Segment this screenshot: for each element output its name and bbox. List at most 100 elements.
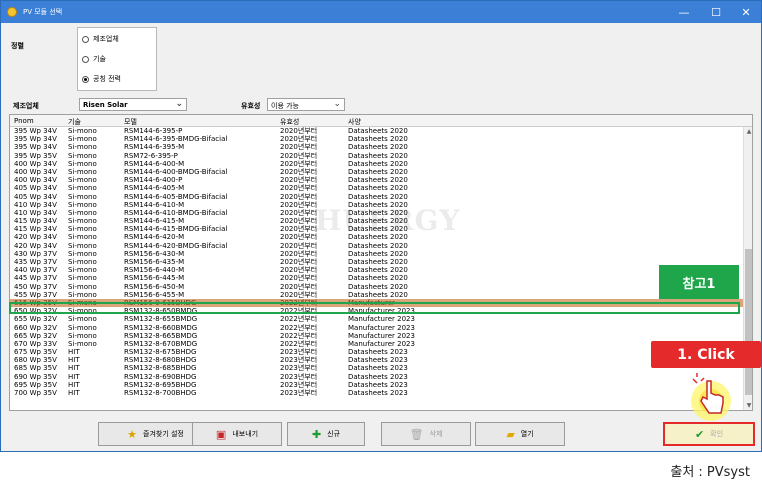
cell-spec: Datasheets 2020	[348, 176, 408, 185]
ok-button[interactable]: ✔ 확인	[663, 422, 755, 446]
cell-tech: Si-mono	[68, 208, 97, 217]
maker-select[interactable]: Risen Solar ⌄	[79, 98, 187, 111]
column-header-model[interactable]: 모델	[124, 117, 137, 127]
table-row[interactable]: 395 Wp 34V Si-mono RSM144-6-395-BMDG-Bifac…	[10, 135, 743, 143]
cell-model: RSM132-8-675BHDG	[124, 348, 197, 357]
table-row[interactable]: 665 Wp 32V Si-mono RSM132-8-665BMDG 2022년부터…	[10, 332, 743, 340]
cell-tech: Si-mono	[68, 241, 97, 250]
cell-validity: 2020년부터	[280, 167, 318, 176]
cell-tech: Si-mono	[68, 192, 97, 201]
cell-pnom: 700 Wp 35V	[14, 389, 57, 397]
new-button[interactable]: ✚ 신규	[287, 422, 365, 446]
cell-model: RSM132-8-665BMDG	[124, 331, 198, 340]
table-row[interactable]: 440 Wp 37V Si-mono RSM156-6-440-M 2020년부터 Da…	[10, 266, 743, 274]
table-row[interactable]: 400 Wp 34V Si-mono RSM144-6-400-BMDG-Bifac…	[10, 168, 743, 176]
maker-label: 제조업체	[13, 102, 39, 110]
export-button[interactable]: ▣ 내보내기	[192, 422, 282, 446]
trash-icon: 🗑	[409, 427, 424, 441]
cell-model: RSM132-8-655BMDG	[124, 315, 198, 324]
list-rows: 395 Wp 34V Si-mono RSM144-6-395-P 2020년부터 Da…	[10, 127, 743, 397]
reference-badge: 참고1	[659, 265, 739, 299]
table-row[interactable]: 685 Wp 35V HIT RSM132-8-685BHDG 2023년부터 Data…	[10, 364, 743, 372]
click-instruction-badge: 1. Click	[651, 341, 761, 368]
table-row[interactable]: 435 Wp 37V Si-mono RSM156-6-435-M 2020년부터 Da…	[10, 258, 743, 266]
cell-tech: Si-mono	[68, 274, 97, 283]
module-list[interactable]: Pnom 기술 모델 유효성 사양 395 Wp 34V Si-mono RSM14…	[9, 114, 753, 411]
cell-pnom: 400 Wp 34V	[14, 176, 57, 185]
table-row[interactable]: 450 Wp 37V Si-mono RSM156-6-450-M 2020년부터 Da…	[10, 283, 743, 291]
minimize-button[interactable]: —	[669, 1, 699, 23]
radio-selected-icon	[82, 75, 89, 83]
cell-model: RSM144-6-420-M	[124, 233, 185, 242]
validity-select[interactable]: 이용 가능 ⌄	[267, 98, 345, 111]
table-row[interactable]: 655 Wp 32V Si-mono RSM132-8-655BMDG 2022년부터…	[10, 315, 743, 323]
cell-tech: Si-mono	[68, 323, 97, 332]
open-button[interactable]: ▰ 열기	[475, 422, 565, 446]
pv-module-selection-window: PV 모듈 선택 — ☐ ✕ 정렬 제조업체 기술 공칭 전력 제조업체 Ris…	[0, 0, 762, 452]
table-row[interactable]: 405 Wp 34V Si-mono RSM144-6-405-BMDG-Bifac…	[10, 193, 743, 201]
cell-tech: HIT	[68, 364, 80, 373]
table-row[interactable]: 690 Wp 35V HIT RSM132-8-690BHDG 2023년부터 Data…	[10, 373, 743, 381]
cell-model: RSM72-6-395-P	[124, 151, 178, 160]
table-row[interactable]: 695 Wp 35V HIT RSM132-8-695BHDG 2023년부터 Data…	[10, 381, 743, 389]
sort-by-maker-radio[interactable]: 제조업체	[82, 34, 119, 44]
cell-model: RSM132-8-700BHDG	[124, 389, 197, 397]
sort-by-tech-radio[interactable]: 기술	[82, 54, 106, 64]
radio-label: 기술	[93, 55, 106, 63]
table-row[interactable]: 400 Wp 34V Si-mono RSM144-6-400-M 2020년부터 Da…	[10, 160, 743, 168]
cell-spec: Datasheets 2020	[348, 274, 408, 283]
table-row[interactable]: 395 Wp 34V Si-mono RSM144-6-395-M 2020년부터 Da…	[10, 143, 743, 151]
window-title: PV 모듈 선택	[23, 8, 63, 16]
table-row[interactable]: 680 Wp 35V HIT RSM132-8-680BHDG 2023년부터 Data…	[10, 356, 743, 364]
cell-pnom: 685 Wp 35V	[14, 364, 57, 373]
delete-button[interactable]: 🗑 삭제	[381, 422, 471, 446]
column-header-tech[interactable]: 기술	[68, 117, 81, 127]
cell-validity: 2020년부터	[280, 127, 318, 135]
cell-tech: Si-mono	[68, 233, 97, 242]
cell-validity: 2020년부터	[280, 143, 318, 152]
cell-validity: 2022년부터	[280, 323, 318, 332]
maximize-button[interactable]: ☐	[701, 1, 731, 23]
close-button[interactable]: ✕	[731, 1, 761, 23]
vertical-scrollbar[interactable]: ▲ ▼	[743, 127, 752, 410]
table-row[interactable]: 405 Wp 34V Si-mono RSM144-6-405-M 2020년부터 Da…	[10, 184, 743, 192]
list-header: Pnom 기술 모델 유효성 사양	[10, 115, 752, 127]
cell-spec: Datasheets 2020	[348, 135, 408, 144]
cell-model: RSM144-6-420-BMDG-Bifacial	[124, 241, 228, 250]
cell-tech: Si-mono	[68, 151, 97, 160]
table-row[interactable]: 430 Wp 37V Si-mono RSM156-6-430-M 2020년부터 Da…	[10, 250, 743, 258]
column-header-pnom[interactable]: Pnom	[14, 117, 34, 125]
cell-validity: 2020년부터	[280, 200, 318, 209]
table-row[interactable]: 400 Wp 34V Si-mono RSM144-6-400-P 2020년부터 Da…	[10, 176, 743, 184]
reference-highlight-box	[9, 302, 740, 314]
table-row[interactable]: 455 Wp 37V Si-mono RSM156-6-455-M 2020년부터 Da…	[10, 291, 743, 299]
table-row[interactable]: 660 Wp 32V Si-mono RSM132-8-660BMDG 2022년부터…	[10, 324, 743, 332]
column-header-spec[interactable]: 사양	[348, 117, 361, 127]
cell-pnom: 665 Wp 32V	[14, 331, 57, 340]
cell-pnom: 420 Wp 34V	[14, 233, 57, 242]
table-row[interactable]: 395 Wp 35V Si-mono RSM72-6-395-P 2020년부터 Dat…	[10, 152, 743, 160]
cell-pnom: 395 Wp 35V	[14, 151, 57, 160]
scroll-up-icon[interactable]: ▲	[745, 128, 752, 136]
table-row[interactable]: 675 Wp 35V HIT RSM132-8-675BHDG 2023년부터 Data…	[10, 348, 743, 356]
cell-spec: Datasheets 2020	[348, 258, 408, 266]
sort-by-power-radio[interactable]: 공칭 전력	[82, 74, 121, 84]
cell-spec: Manufacturer 2023	[348, 331, 415, 340]
delete-button-label: 삭제	[429, 430, 443, 438]
cell-pnom: 400 Wp 34V	[14, 159, 57, 168]
scroll-down-icon[interactable]: ▼	[745, 402, 752, 410]
table-row[interactable]: 670 Wp 33V Si-mono RSM132-8-670BMDG 2022년부터…	[10, 340, 743, 348]
table-row[interactable]: 395 Wp 34V Si-mono RSM144-6-395-P 2020년부터 Da…	[10, 127, 743, 135]
table-row[interactable]: 700 Wp 35V HIT RSM132-8-700BHDG 2023년부터 Data…	[10, 389, 743, 397]
radio-label: 제조업체	[93, 35, 119, 43]
cell-pnom: 455 Wp 37V	[14, 290, 57, 299]
cell-pnom: 415 Wp 34V	[14, 217, 57, 226]
folder-icon: ▰	[506, 427, 515, 441]
cell-model: RSM144-6-410-M	[124, 200, 185, 209]
table-row[interactable]: 420 Wp 34V Si-mono RSM144-6-420-BMDG-Bifac…	[10, 242, 743, 250]
title-bar[interactable]: PV 모듈 선택 — ☐ ✕	[1, 1, 761, 23]
scrollbar-thumb[interactable]	[745, 249, 752, 395]
cell-pnom: 680 Wp 35V	[14, 356, 57, 365]
column-header-validity[interactable]: 유효성	[280, 117, 299, 127]
table-row[interactable]: 445 Wp 37V Si-mono RSM156-6-445-M 2020년부터 Da…	[10, 274, 743, 282]
